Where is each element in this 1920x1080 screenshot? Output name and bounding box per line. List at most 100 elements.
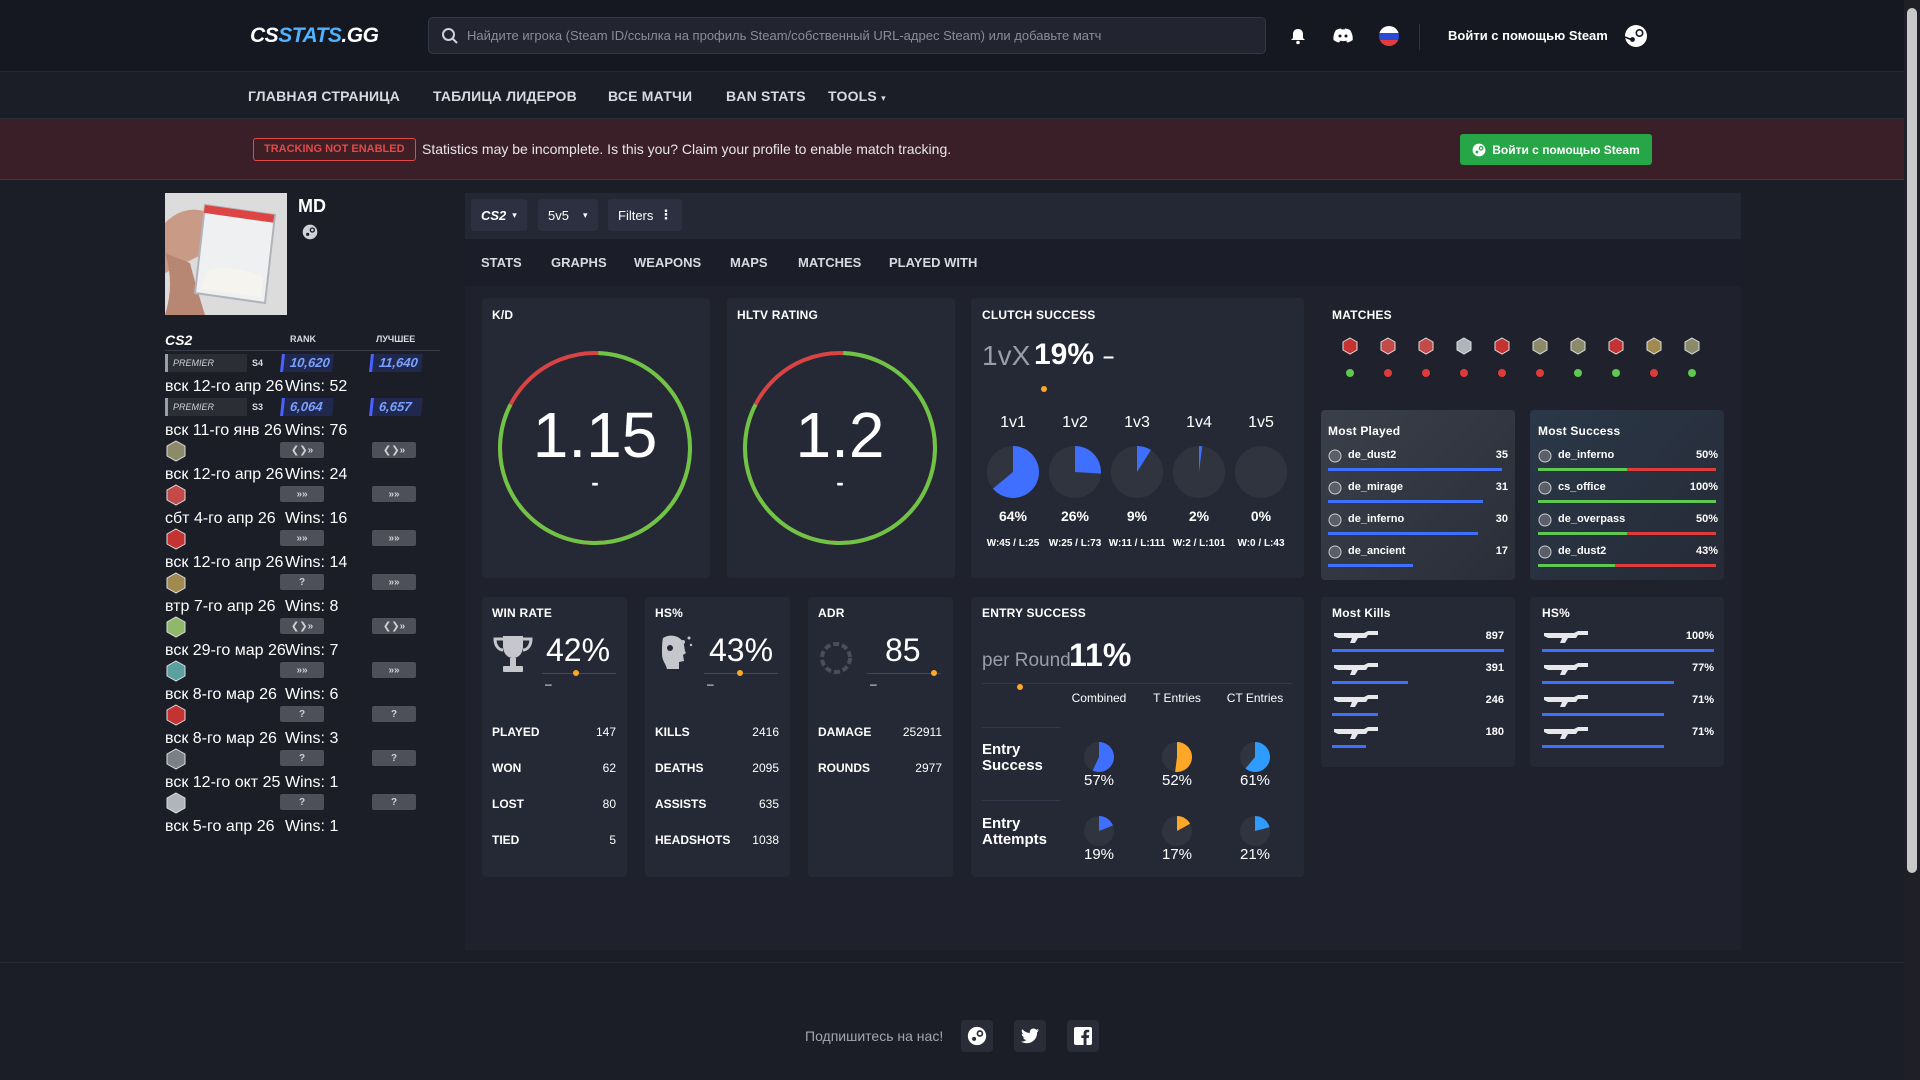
map-rank-icon [165, 484, 187, 506]
match-map-icon[interactable] [1455, 337, 1473, 355]
footer [0, 962, 1904, 1080]
tab-stats[interactable]: STATS [481, 255, 522, 270]
footer-twitter-icon[interactable] [1014, 1020, 1046, 1052]
rank-pill: »» [280, 530, 324, 546]
tab-maps[interactable]: MAPS [730, 255, 768, 270]
best-pill: »» [372, 530, 416, 546]
hltv-title: HLTV RATING [737, 308, 819, 322]
map-rank-icon [165, 528, 187, 550]
season-label: S4 [252, 358, 264, 368]
caret-down-icon: ▾ [512, 209, 517, 220]
nav-ban-stats[interactable]: BAN STATS [726, 88, 806, 104]
best-rating: 6,657 [369, 398, 423, 416]
claim-steam-button[interactable]: Войти с помощью Steam [1460, 134, 1652, 165]
footer-steam-icon[interactable] [961, 1020, 993, 1052]
entry-title: ENTRY SUCCESS [982, 606, 1086, 620]
rank-wins: Wins: 76 [285, 422, 348, 439]
divider [867, 673, 941, 674]
clutch-wl: W:25 / L:73 [1048, 538, 1102, 549]
map-icon [1538, 481, 1552, 495]
follow-text: Подпишитесь на нас! [805, 1028, 944, 1044]
steam-login-link[interactable]: Войти с помощью Steam [1448, 28, 1608, 43]
stat-value: 1038 [752, 833, 779, 847]
footer-facebook-icon[interactable] [1067, 1020, 1099, 1052]
bell-icon[interactable] [1284, 22, 1312, 50]
match-map-icon[interactable] [1417, 337, 1435, 355]
discord-icon[interactable] [1329, 22, 1357, 50]
map-bar [1328, 532, 1478, 535]
tab-matches[interactable]: MATCHES [798, 255, 861, 270]
nav-leaderboard[interactable]: ТАБЛИЦА ЛИДЕРОВ [433, 88, 577, 104]
match-map-icon[interactable] [1493, 337, 1511, 355]
match-result-dot [1384, 369, 1392, 377]
mode-filter-dropdown[interactable]: 5v5 ▾ [538, 199, 598, 231]
match-result-dot [1346, 369, 1354, 377]
entry-pie [1162, 742, 1193, 772]
map-rank-icon [165, 792, 187, 814]
stat-value: 2977 [915, 761, 942, 775]
game-filter-dropdown[interactable]: CS2 ▾ [471, 199, 527, 231]
match-map-icon[interactable] [1645, 337, 1663, 355]
site-logo[interactable]: CSSTATS.GG [250, 24, 379, 48]
premier-badge: PREMIER [165, 398, 247, 416]
match-map-icon[interactable] [1607, 337, 1625, 355]
language-flag-icon[interactable] [1375, 22, 1403, 50]
nav-tools[interactable]: TOOLS ▾ [828, 88, 886, 104]
match-map-icon[interactable] [1683, 337, 1701, 355]
clutch-pie [1235, 446, 1287, 498]
scrollbar-thumb[interactable] [1907, 8, 1917, 873]
match-map-icon[interactable] [1379, 337, 1397, 355]
map-bar-remainder [1627, 468, 1716, 471]
rank-pill: ❮❯» [280, 442, 324, 458]
stat-value: 80 [602, 797, 616, 811]
steam-icon[interactable] [1622, 22, 1650, 50]
entry-pie [1084, 742, 1115, 772]
entry-pct: 21% [1239, 846, 1271, 863]
rank-date: вск 5-го апр 26 [165, 818, 275, 835]
profile-steam-icon[interactable] [302, 224, 318, 245]
weapon-bar [1542, 681, 1674, 684]
match-result-dot [1460, 369, 1468, 377]
tab-graphs[interactable]: GRAPHS [551, 255, 607, 270]
clutch-wl: W:0 / L:43 [1237, 538, 1285, 549]
best-pill: »» [372, 486, 416, 502]
rank-wins: Wins: 24 [285, 466, 348, 483]
clutch-label: 1v5 [1248, 414, 1274, 431]
map-bar [1328, 468, 1502, 471]
match-map-icon[interactable] [1341, 337, 1359, 355]
trend-dot [737, 670, 743, 676]
winrate-value: 42% [546, 632, 611, 668]
map-icon [1538, 545, 1552, 559]
tab-played-with[interactable]: PLAYED WITH [889, 255, 977, 270]
map-bar [1328, 500, 1483, 503]
caret-down-icon: ▾ [881, 93, 886, 103]
map-bar-remainder [1615, 564, 1716, 567]
rank-wins: Wins: 16 [285, 510, 348, 527]
clutch-label: 1v4 [1186, 414, 1212, 431]
match-map-icon[interactable] [1569, 337, 1587, 355]
nav-home[interactable]: ГЛАВНАЯ СТРАНИЦА [248, 88, 400, 104]
most-success-title: Most Success [1538, 424, 1621, 438]
nav-all-matches[interactable]: ВСЕ МАТЧИ [608, 88, 692, 104]
map-rank-icon [165, 572, 187, 594]
match-map-icon[interactable] [1531, 337, 1549, 355]
entry-pct: 52% [1161, 772, 1193, 789]
map-value: 50% [1695, 513, 1718, 525]
map-value: 35 [1495, 449, 1508, 461]
hltv-change: - [836, 470, 844, 495]
best-pill: »» [372, 574, 416, 590]
search-input[interactable] [467, 18, 1257, 53]
map-icon [1328, 545, 1342, 559]
winrate-change: – [545, 677, 552, 691]
premier-badge: PREMIER [165, 354, 247, 372]
map-bar-remainder [1627, 532, 1716, 535]
headshot-icon [662, 635, 693, 669]
map-rank-icon [165, 616, 187, 638]
search-box[interactable] [428, 17, 1266, 54]
best-pill: ? [372, 750, 416, 766]
clutch-change: – [1103, 346, 1115, 368]
tab-weapons[interactable]: WEAPONS [634, 255, 701, 270]
loading-ring-icon [820, 642, 852, 674]
filters-button[interactable]: Filters ⋮ [608, 199, 683, 231]
clutch-pct: 0% [1250, 508, 1272, 524]
